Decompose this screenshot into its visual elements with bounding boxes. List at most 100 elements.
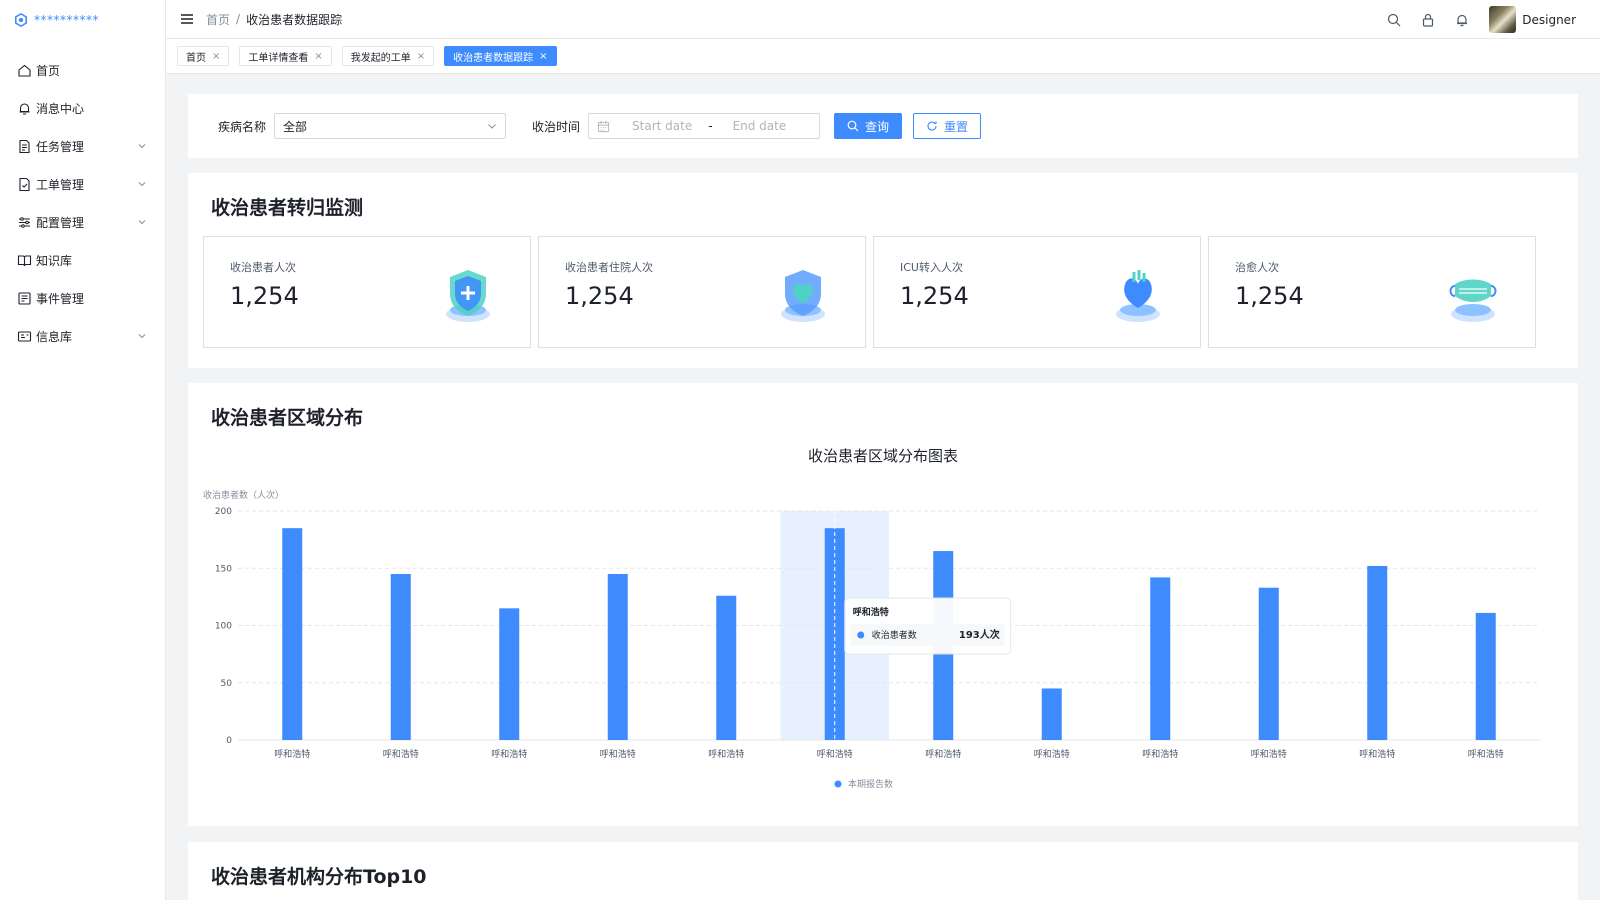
tab-3[interactable]: 收治患者数据跟踪 × — [444, 46, 557, 66]
sidebar-item-2[interactable]: 任务管理 — [0, 128, 165, 164]
date-range-picker[interactable]: Start date - End date — [588, 113, 821, 139]
y-tick-label: 100 — [215, 622, 232, 632]
notification-bell-icon[interactable] — [1455, 13, 1469, 27]
chart-bar — [499, 608, 520, 740]
menu-toggle-icon[interactable] — [180, 12, 194, 26]
monitor-panel: 收治患者转归监测 收治患者人次 1,254 收治患者住院人次 1,254 ICU转入人次… — [188, 173, 1578, 368]
tooltip-value: 193人次 — [959, 628, 1000, 641]
x-tick-label: 呼和浩特 — [1468, 748, 1504, 760]
chart-bar — [716, 595, 737, 740]
x-tick-label: 呼和浩特 — [491, 748, 527, 760]
breadcrumb-current: 收治患者数据跟踪 — [246, 12, 343, 27]
sidebar-item-label: 消息中心 — [36, 101, 85, 116]
stat-label: 收治患者住院人次 — [565, 261, 653, 274]
stat-label: ICU转入人次 — [900, 261, 963, 274]
sidebar-item-6[interactable]: 事件管理 — [0, 280, 165, 316]
chart-bar — [1150, 577, 1171, 740]
sidebar-item-4[interactable]: 配置管理 — [0, 204, 165, 240]
y-tick-label: 200 — [215, 507, 232, 517]
chart-bar — [1475, 612, 1496, 740]
time-label: 收治时间 — [532, 119, 581, 134]
chart-bar — [607, 573, 628, 740]
chevron-down-icon — [138, 144, 146, 149]
y-tick-label: 0 — [226, 736, 232, 746]
start-date-input[interactable]: Start date — [632, 119, 692, 133]
tab-label: 首页 — [186, 52, 206, 64]
sidebar-item-1[interactable]: 消息中心 — [0, 90, 165, 126]
bell-icon — [19, 102, 30, 115]
x-tick-label: 呼和浩特 — [1251, 748, 1287, 760]
sidebar-nav: 首页消息中心任务管理 工单管理配置管理知识库事件管理信息库 — [0, 52, 165, 354]
stat-value: 1,254 — [565, 282, 634, 310]
tab-label: 收治患者数据跟踪 — [453, 52, 534, 64]
book-icon — [17, 254, 32, 266]
tab-2[interactable]: 我发起的工单 × — [341, 46, 435, 66]
y-tick-label: 150 — [215, 564, 232, 574]
top10-title: 收治患者机构分布Top10 — [211, 866, 427, 888]
header-actions: Designer — [1367, 0, 1576, 39]
x-tick-label: 呼和浩特 — [925, 748, 961, 760]
disease-select[interactable]: 全部 — [274, 113, 507, 139]
close-icon[interactable]: × — [212, 51, 220, 62]
document-icon — [19, 139, 30, 153]
chevron-down-icon — [138, 182, 146, 187]
sidebar-item-7[interactable]: 信息库 — [0, 318, 165, 354]
top-header: 首页 / 收治患者数据跟踪 Designer — [166, 0, 1600, 39]
sidebar-item-label: 首页 — [36, 63, 61, 78]
tab-1[interactable]: 工单详情查看 × — [239, 46, 332, 66]
avatar[interactable] — [1489, 6, 1517, 33]
sidebar-item-3[interactable]: 工单管理 — [0, 166, 165, 202]
stat-card: 收治患者住院人次 1,254 — [538, 236, 866, 348]
stat-card: ICU转入人次 1,254 — [873, 236, 1201, 348]
close-icon[interactable]: × — [417, 51, 425, 62]
stat-value: 1,254 — [230, 282, 299, 310]
chart-bar — [1258, 587, 1279, 740]
chevron-down-icon — [488, 124, 496, 129]
chevron-down-icon — [138, 334, 146, 339]
tooltip-series-label: 收治患者数 — [872, 629, 917, 641]
tab-0[interactable]: 首页 × — [177, 46, 230, 66]
x-tick-label: 呼和浩特 — [708, 748, 744, 760]
sidebar-item-label: 配置管理 — [36, 215, 85, 230]
chart-bar — [390, 573, 411, 740]
sidebar-item-0[interactable]: 首页 — [0, 52, 165, 88]
close-icon[interactable]: × — [539, 51, 547, 62]
legend-marker — [834, 780, 842, 788]
reset-button[interactable]: 重置 — [913, 113, 982, 139]
reset-button-label: 重置 — [944, 119, 969, 134]
region-panel: 收治患者区域分布 收治患者区域分布图表 收治患者数（人次） 0 50 100 150 200… — [188, 383, 1578, 826]
query-button-label: 查询 — [865, 119, 890, 134]
event-icon — [18, 291, 31, 305]
mask-icon — [1449, 279, 1497, 322]
tab-label: 我发起的工单 — [350, 52, 411, 64]
sidebar-item-label: 事件管理 — [36, 291, 85, 306]
chart-bar — [1041, 688, 1062, 740]
stat-card: 收治患者人次 1,254 — [203, 236, 531, 348]
sidebar-item-5[interactable]: 知识库 — [0, 242, 165, 278]
date-separator: - — [708, 119, 713, 133]
stat-label: 治愈人次 — [1235, 261, 1279, 274]
close-icon[interactable]: × — [314, 51, 322, 62]
end-date-input[interactable]: End date — [733, 119, 787, 133]
username[interactable]: Designer — [1522, 13, 1576, 27]
legend-label: 本期报告数 — [848, 778, 893, 790]
chart-title: 收治患者区域分布图表 — [808, 447, 958, 465]
breadcrumb-home[interactable]: 首页 — [206, 11, 230, 28]
stat-value: 1,254 — [1235, 282, 1304, 310]
logo-icon — [14, 13, 28, 27]
x-tick-label: 呼和浩特 — [600, 748, 636, 760]
file-check-icon — [19, 177, 30, 191]
lock-icon[interactable] — [1421, 13, 1435, 27]
region-bar-chart: 收治患者区域分布图表收治患者数（人次）050100150200呼和浩特 呼和浩特呼… — [203, 447, 1540, 790]
page-tabs: 首页 × 工单详情查看 × 我发起的工单 × 收治患者数据跟踪 × — [166, 39, 1600, 74]
sidebar-item-label: 信息库 — [36, 329, 73, 344]
logo[interactable]: ********** — [0, 0, 165, 40]
query-button[interactable]: 查询 — [834, 113, 903, 139]
breadcrumb: 首页 / 收治患者数据跟踪 — [206, 11, 342, 28]
breadcrumb-separator: / — [236, 12, 241, 26]
search-icon[interactable] — [1387, 13, 1401, 27]
stat-card: 治愈人次 1,254 — [1208, 236, 1536, 348]
stat-value: 1,254 — [900, 282, 969, 310]
x-tick-label: 呼和浩特 — [1142, 748, 1178, 760]
id-card-icon — [17, 330, 32, 342]
